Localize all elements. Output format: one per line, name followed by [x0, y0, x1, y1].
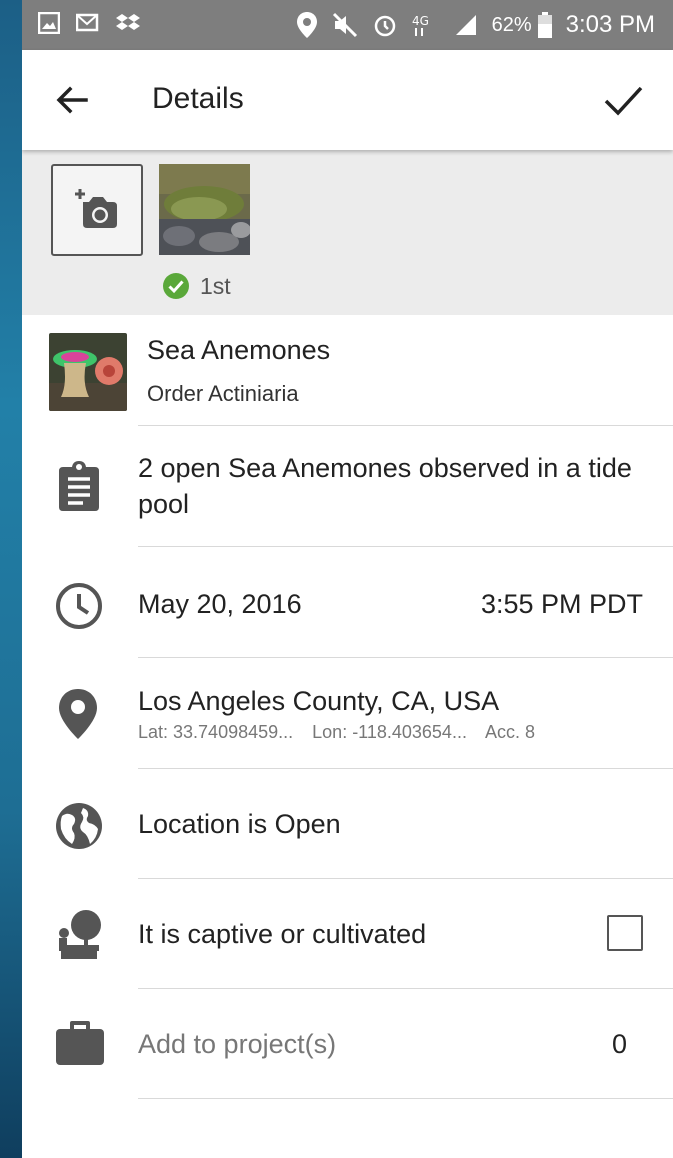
- check-circle-icon: [163, 273, 189, 299]
- potted-tree-icon: [59, 910, 101, 959]
- captive-checkbox[interactable]: [607, 915, 643, 951]
- notes-text: 2 open Sea Anemones observed in a tide p…: [138, 453, 632, 519]
- map-pin-icon: [59, 689, 97, 739]
- network-4g-icon: 4G: [412, 14, 429, 36]
- geoprivacy-label: Location is Open: [138, 809, 341, 839]
- briefcase-icon: [56, 1021, 104, 1065]
- battery-icon: [537, 12, 552, 38]
- accuracy: Acc. 8: [484, 722, 535, 742]
- latitude: Lat: 33.74098459...: [138, 722, 294, 742]
- notes-row[interactable]: 2 open Sea Anemones observed in a tide p…: [22, 426, 673, 547]
- photo-thumbnail[interactable]: [159, 164, 250, 255]
- location-coordinates: Lat: 33.74098459... Lon: -118.403654... …: [138, 722, 549, 743]
- notification-icons: [38, 12, 140, 34]
- gallery-icon: [38, 12, 60, 34]
- longitude: Lon: -118.403654...: [312, 722, 467, 742]
- add-photo-button[interactable]: [51, 164, 143, 256]
- clock: 3:03 PM: [565, 11, 655, 38]
- observation-time: 3:55 PM PDT: [480, 589, 643, 619]
- location-pin-icon: [296, 12, 317, 38]
- mute-icon: [332, 12, 357, 38]
- save-check-icon[interactable]: [601, 78, 645, 122]
- datetime-row[interactable]: May 20, 2016 3:55 PM PDT: [22, 547, 673, 658]
- anemone-species-photo: [49, 333, 127, 411]
- location-row[interactable]: Los Angeles County, CA, USA Lat: 33.7409…: [22, 658, 673, 769]
- system-indicators: 4G 62% 3:03 PM: [296, 0, 655, 50]
- anemone-photo: [159, 164, 250, 255]
- geoprivacy-row[interactable]: Location is Open: [22, 769, 673, 879]
- photo-strip: 1st: [22, 150, 673, 315]
- projects-row[interactable]: Add to project(s) 0: [22, 989, 673, 1099]
- captive-label: It is captive or cultivated: [138, 919, 427, 949]
- taxon-common-name: Sea Anemones: [147, 335, 331, 365]
- battery-percent: 62%: [491, 13, 532, 36]
- signal-icon: [455, 15, 476, 35]
- dropbox-icon: [116, 14, 140, 30]
- observation-date: May 20, 2016: [138, 589, 302, 619]
- back-arrow-icon[interactable]: [52, 80, 92, 120]
- app-screen: 4G 62% 3:03 PM Details 1st Sea Anemones …: [22, 0, 673, 1158]
- clipboard-icon: [59, 461, 99, 511]
- status-bar: 4G 62% 3:03 PM: [22, 0, 673, 50]
- add-camera-icon: [75, 189, 117, 228]
- clock-icon: [56, 583, 102, 629]
- page-title: Details: [152, 82, 244, 115]
- first-photo-label: 1st: [200, 272, 231, 299]
- svg-text:4G: 4G: [412, 14, 429, 28]
- taxon-image: [49, 333, 127, 411]
- taxon-scientific-name: Order Actiniaria: [147, 381, 299, 406]
- globe-icon: [56, 803, 102, 849]
- location-place: Los Angeles County, CA, USA: [138, 686, 500, 716]
- alarm-icon: [374, 15, 395, 37]
- add-project-placeholder: Add to project(s): [138, 1029, 337, 1059]
- divider: [138, 1098, 673, 1099]
- captive-row[interactable]: It is captive or cultivated: [22, 879, 673, 989]
- taxon-row[interactable]: Sea Anemones Order Actiniaria: [22, 315, 673, 426]
- email-icon: [76, 13, 99, 32]
- first-photo-badge: 1st: [162, 272, 231, 300]
- app-bar: Details: [22, 50, 673, 150]
- project-count: 0: [611, 1029, 627, 1059]
